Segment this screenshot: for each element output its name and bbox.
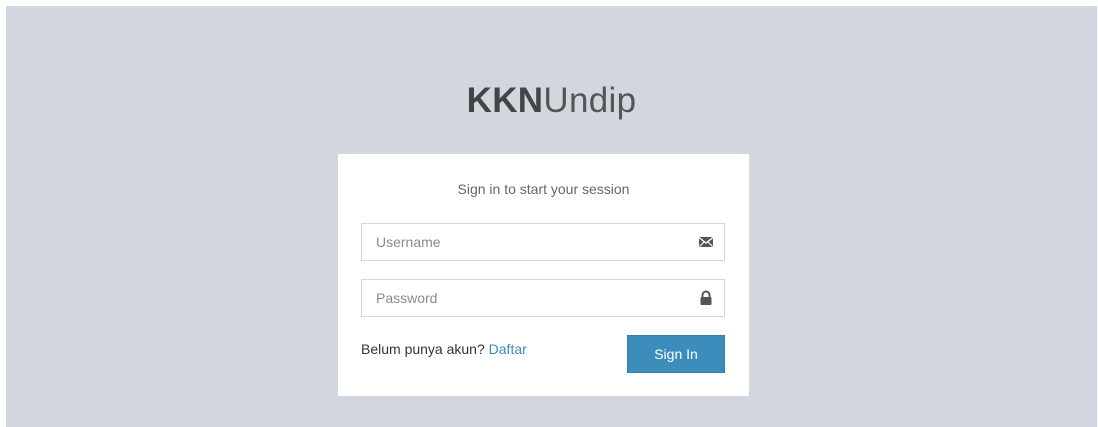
envelope-icon [698,234,714,250]
username-input[interactable] [362,224,724,260]
login-box: Sign in to start your session Username B… [338,154,749,396]
register-prompt: Belum punya akun? Daftar [361,341,527,357]
logo-bold-text: KKN [466,81,544,120]
login-page: KKNUndip Sign in to start your session U… [6,6,1097,427]
username-field-group [361,223,725,261]
register-prompt-text: Belum punya akun? [361,341,485,357]
sign-in-button[interactable]: Sign In [627,335,725,373]
lock-icon [698,290,714,306]
register-link[interactable]: Daftar [489,341,527,357]
logo-light-text: Undip [543,81,637,120]
password-input[interactable] [362,280,724,316]
login-box-message: Sign in to start your session [457,181,630,197]
app-logo[interactable]: KKNUndip [6,81,1097,121]
password-field-group [361,279,725,317]
